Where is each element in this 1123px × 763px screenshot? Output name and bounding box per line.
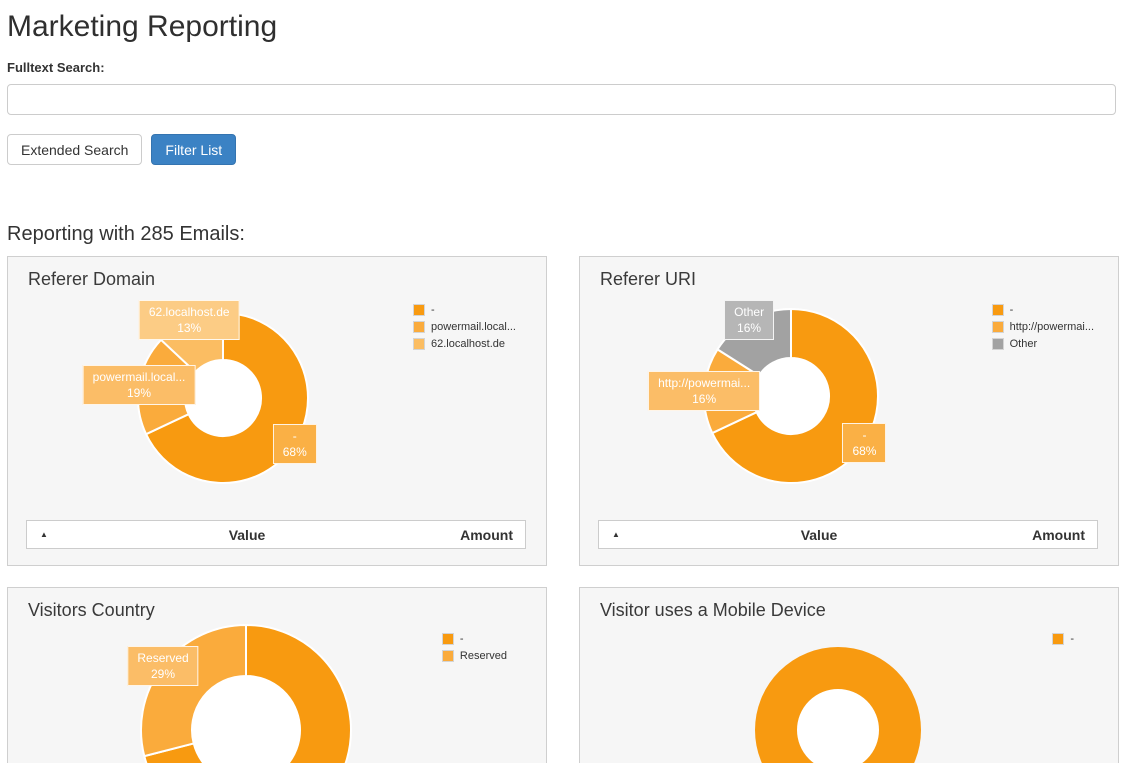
legend-item[interactable]: http://powermai... (992, 318, 1094, 335)
column-header-amount[interactable]: Amount (1005, 527, 1097, 543)
result-table-header: ▲ Value Amount (598, 520, 1098, 549)
legend-swatch-icon (442, 633, 454, 645)
column-header-value[interactable]: Value (633, 527, 1005, 543)
chart-legend: - powermail.local... 62.localhost.de (413, 301, 516, 352)
legend-item[interactable]: 62.localhost.de (413, 335, 516, 352)
legend-item[interactable]: - (1052, 630, 1074, 647)
legend-swatch-icon (413, 304, 425, 316)
legend-item[interactable]: powermail.local... (413, 318, 516, 335)
panel-title: Visitor uses a Mobile Device (600, 600, 826, 621)
panel-title: Referer URI (600, 269, 696, 290)
legend-label: 62.localhost.de (431, 338, 505, 350)
fulltext-search-input[interactable] (7, 84, 1116, 115)
reporting-heading: Reporting with 285 Emails: (7, 222, 1116, 247)
slice-label-pct: 29% (137, 666, 188, 682)
legend-swatch-icon (442, 650, 454, 662)
slice-data-label: Reserved29% (127, 646, 198, 686)
slice-label-pct: 16% (734, 320, 764, 336)
panel-mobile-device: Visitor uses a Mobile Device - (579, 587, 1119, 763)
search-buttons: Extended Search Filter List (7, 134, 1116, 165)
panel-referer-uri: Referer URI - http://powermai... Other ▲ V… (579, 256, 1119, 566)
legend-label: Reserved (460, 650, 507, 662)
slice-label-pct: 68% (852, 443, 876, 459)
legend-swatch-icon (992, 304, 1004, 316)
slice-data-label: -68% (273, 424, 317, 464)
slice-label-pct: 16% (658, 391, 750, 407)
legend-item[interactable]: - (442, 630, 507, 647)
panel-visitors-country: Visitors Country -Reserved Reserved29% (7, 587, 547, 763)
legend-swatch-icon (413, 338, 425, 350)
page-title: Marketing Reporting (7, 8, 1116, 46)
slice-label-value: powermail.local... (93, 369, 186, 385)
legend-item[interactable]: - (413, 301, 516, 318)
legend-item[interactable]: Other (992, 335, 1094, 352)
slice-data-label: 62.localhost.de13% (139, 300, 240, 340)
slice-label-value: Other (734, 304, 764, 320)
slice-data-label: powermail.local...19% (83, 365, 196, 405)
marketing-reporting-page: Marketing Reporting Fulltext Search: Ext… (0, 8, 1123, 763)
sort-caret-icon[interactable]: ▲ (27, 530, 61, 539)
panel-referer-domain: Referer Domain - powermail.local... 62.loc… (7, 256, 547, 566)
legend-label: - (431, 304, 435, 316)
extended-search-button[interactable]: Extended Search (7, 134, 142, 165)
slice-data-label: -68% (842, 423, 886, 463)
slice-label-value: - (852, 427, 876, 443)
sort-caret-icon[interactable]: ▲ (599, 530, 633, 539)
slice-label-value: http://powermai... (658, 375, 750, 391)
column-header-value[interactable]: Value (61, 527, 433, 543)
slice-label-value: Reserved (137, 650, 188, 666)
report-panels-grid: Referer Domain - powermail.local... 62.loc… (7, 256, 1116, 763)
slice-label-value: 62.localhost.de (149, 304, 230, 320)
panel-title: Referer Domain (28, 269, 155, 290)
legend-label: - (460, 633, 464, 645)
legend-item[interactable]: Reserved (442, 647, 507, 664)
filter-list-button[interactable]: Filter List (151, 134, 236, 165)
legend-label: Other (1010, 338, 1038, 350)
slice-label-value: - (283, 428, 307, 444)
fulltext-search-label: Fulltext Search: (7, 60, 1116, 75)
chart-legend: - Reserved (442, 630, 507, 664)
slice-label-pct: 19% (93, 385, 186, 401)
panel-title: Visitors Country (28, 600, 155, 621)
legend-label: http://powermai... (1010, 321, 1094, 333)
legend-swatch-icon (992, 321, 1004, 333)
legend-label: - (1070, 633, 1074, 645)
chart-legend: - http://powermai... Other (992, 301, 1094, 352)
legend-swatch-icon (992, 338, 1004, 350)
column-header-amount[interactable]: Amount (433, 527, 525, 543)
legend-label: powermail.local... (431, 321, 516, 333)
slice-label-pct: 13% (149, 320, 230, 336)
slice-label-pct: 68% (283, 444, 307, 460)
chart-legend: - (1052, 630, 1074, 647)
legend-swatch-icon (1052, 633, 1064, 645)
result-table-header: ▲ Value Amount (26, 520, 526, 549)
slice-data-label: http://powermai...16% (648, 371, 760, 411)
slice-data-label: Other16% (724, 300, 774, 340)
legend-swatch-icon (413, 321, 425, 333)
legend-item[interactable]: - (992, 301, 1094, 318)
legend-label: - (1010, 304, 1014, 316)
